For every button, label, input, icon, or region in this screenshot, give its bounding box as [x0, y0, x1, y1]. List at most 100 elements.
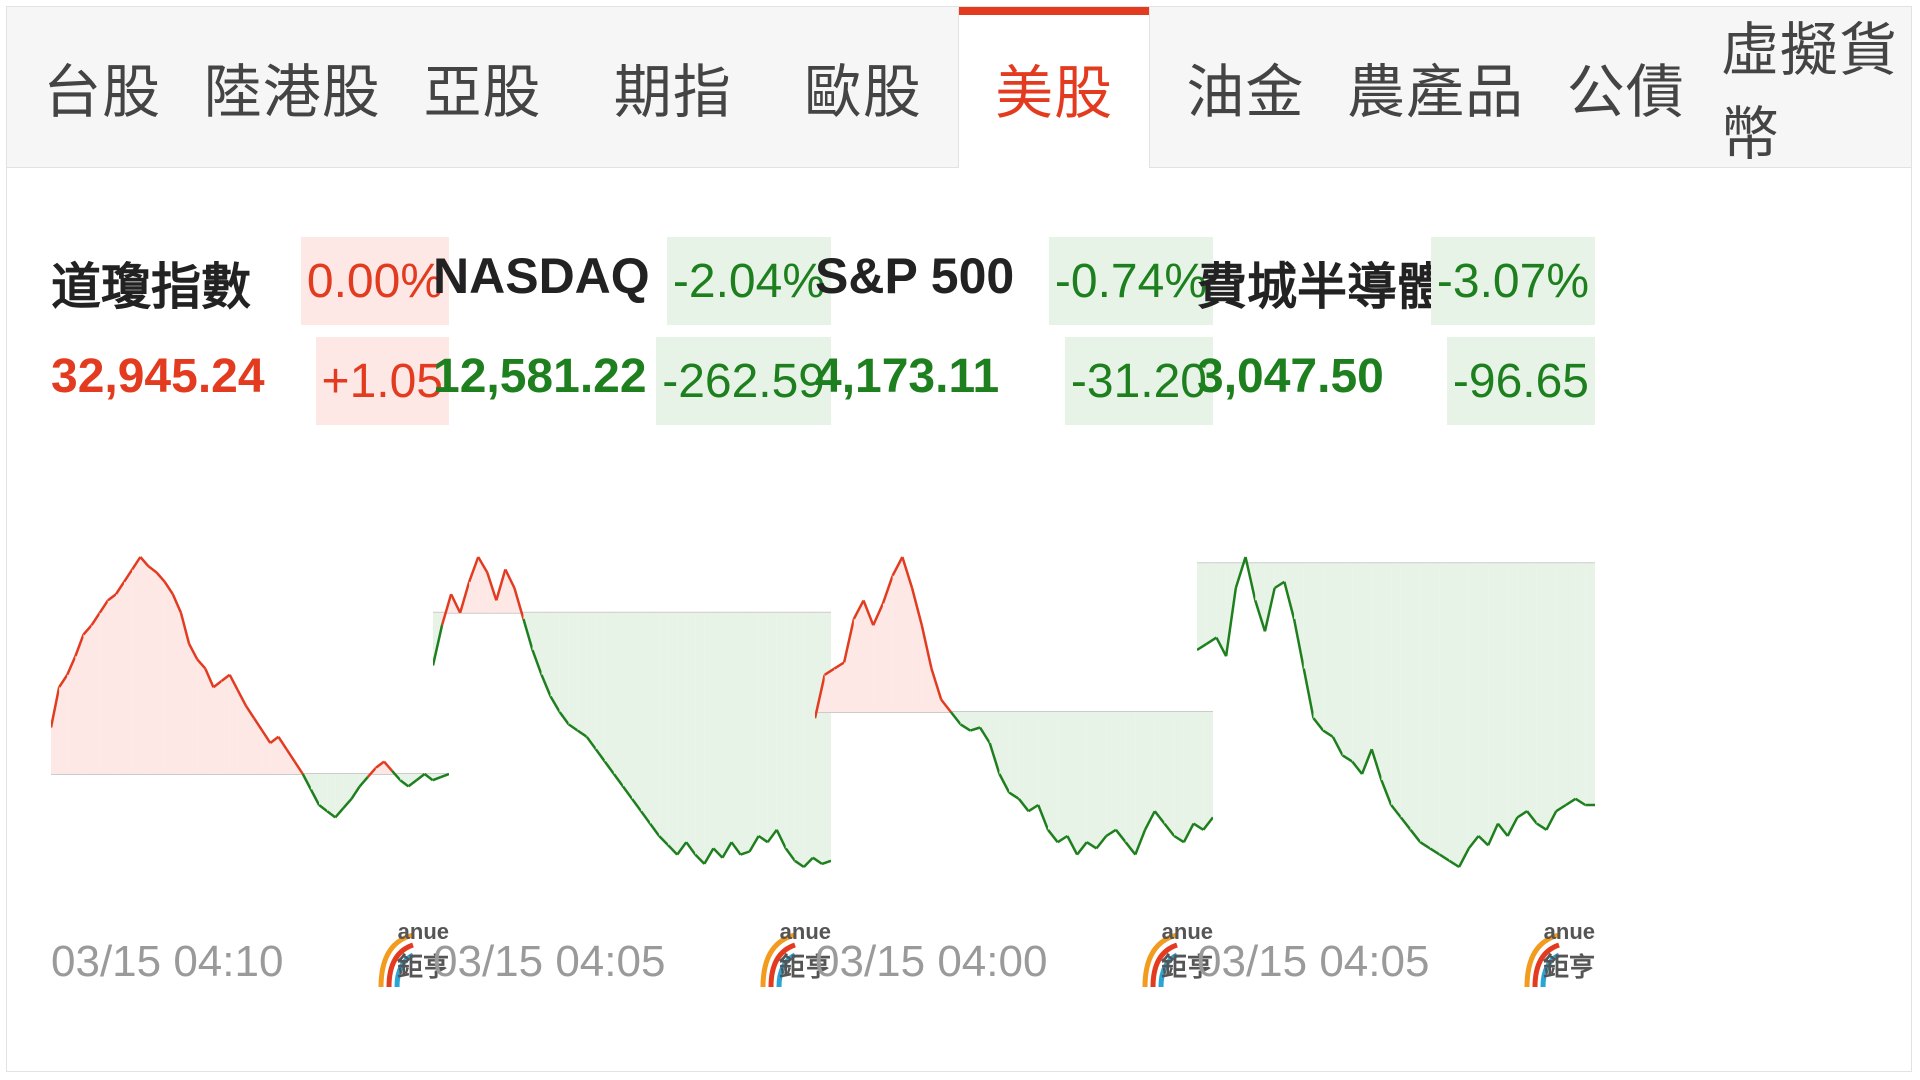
- sparkline-chart: [433, 556, 831, 869]
- area-segment: [164, 581, 173, 774]
- area-segment: [921, 625, 932, 712]
- area-segment: [1497, 563, 1508, 836]
- area-segment: [1332, 563, 1343, 756]
- area-segment: [668, 612, 678, 855]
- market-tabs: 台股 陸港股 亞股 期指 歐股 美股 油金 農產品 公債 虛擬貨幣: [7, 7, 1911, 168]
- tab-5[interactable]: 美股: [958, 7, 1151, 168]
- area-segment: [148, 566, 157, 774]
- percent-badge: -2.04%: [666, 237, 831, 325]
- area-segment: [1125, 712, 1136, 855]
- area-segment: [613, 612, 623, 787]
- index-header-row: 費城半導體 -3.07%: [1197, 237, 1595, 325]
- area-segment: [1352, 563, 1363, 774]
- area-segment: [1164, 712, 1175, 836]
- index-price: 4,173.11: [815, 350, 1000, 403]
- area-segment: [559, 612, 569, 725]
- tab-1[interactable]: 陸港股: [197, 7, 387, 167]
- area-segment: [1077, 712, 1087, 855]
- index-card[interactable]: S&P 500 -0.74% 4,173.11 -31.20 03/15 04:…: [815, 237, 1213, 1007]
- area-segment: [989, 712, 1000, 774]
- area-segment: [1255, 563, 1265, 632]
- area-segment: [1154, 712, 1165, 824]
- index-name: S&P 500: [815, 248, 1015, 304]
- area-segment: [197, 659, 206, 774]
- area-segment: [1410, 563, 1421, 843]
- area-segment: [863, 600, 874, 712]
- area-segment: [1420, 563, 1430, 849]
- tab-2[interactable]: 亞股: [387, 7, 577, 167]
- area-segment: [1546, 563, 1557, 830]
- area-segment: [1096, 712, 1107, 849]
- index-price-row: 3,047.50 -96.65: [1197, 337, 1595, 425]
- index-price: 12,581.22: [433, 350, 647, 403]
- index-header-row: 道瓊指數 0.00%: [51, 237, 449, 325]
- area-segment: [1115, 712, 1126, 843]
- index-name: NASDAQ: [433, 248, 650, 304]
- area-segment: [1342, 563, 1353, 762]
- area-segment: [189, 643, 198, 774]
- area-segment: [834, 662, 845, 712]
- tab-3[interactable]: 期指: [578, 7, 768, 167]
- area-segment: [695, 612, 705, 864]
- timestamp: 03/15 04:05: [1197, 937, 1430, 986]
- area-segment: [1478, 563, 1489, 846]
- area-segment: [1527, 563, 1537, 824]
- area-segment: [1047, 712, 1058, 843]
- timestamp: 03/15 04:05: [433, 937, 666, 986]
- change-badge: -31.20: [1064, 337, 1213, 425]
- tab-8[interactable]: 公債: [1531, 7, 1721, 167]
- anue-logo-icon: anue 鉅亨: [1521, 919, 1595, 989]
- index-name: 道瓊指數: [51, 259, 251, 315]
- area-segment: [156, 572, 165, 774]
- area-segment: [1468, 563, 1479, 849]
- percent-badge: -3.07%: [1430, 237, 1595, 325]
- area-segment: [59, 674, 68, 774]
- index-name: 費城半導體: [1197, 259, 1447, 315]
- area-segment: [1556, 563, 1566, 812]
- tab-9[interactable]: 虛擬貨幣: [1721, 7, 1911, 167]
- area-segment: [172, 594, 181, 774]
- area-segment: [704, 612, 714, 864]
- market-widget: 台股 陸港股 亞股 期指 歐股 美股 油金 農產品 公債 虛擬貨幣 道瓊指數 0.00% 32,9…: [6, 6, 1912, 1072]
- change-badge: -96.65: [1446, 337, 1595, 425]
- tab-7[interactable]: 農產品: [1340, 7, 1530, 167]
- area-segment: [586, 612, 596, 750]
- area-segment: [999, 712, 1010, 793]
- area-segment: [677, 612, 687, 855]
- area-segment: [1323, 563, 1333, 737]
- percent-badge: 0.00%: [300, 237, 449, 325]
- area-segment: [731, 612, 741, 855]
- area-segment: [1536, 563, 1547, 830]
- area-segment: [1362, 563, 1372, 774]
- area-segment: [1067, 712, 1078, 855]
- area-segment: [1585, 563, 1595, 805]
- index-card[interactable]: 費城半導體 -3.07% 3,047.50 -96.65 03/15 04:05…: [1197, 237, 1595, 1007]
- index-header-row: NASDAQ -2.04%: [433, 237, 831, 325]
- area-segment: [124, 569, 133, 774]
- area-segment: [641, 612, 651, 824]
- tab-4[interactable]: 歐股: [768, 7, 958, 167]
- index-price-row: 4,173.11 -31.20: [815, 337, 1213, 425]
- index-card[interactable]: NASDAQ -2.04% 12,581.22 -262.59 03/15 04…: [433, 237, 831, 1007]
- area-segment: [99, 600, 108, 774]
- area-segment: [1174, 712, 1184, 843]
- index-price: 3,047.50: [1197, 350, 1384, 403]
- area-segment: [1028, 712, 1039, 812]
- area-segment: [1294, 563, 1304, 669]
- area-segment: [83, 625, 92, 774]
- change-badge: -262.59: [656, 337, 831, 425]
- area-segment: [1459, 563, 1469, 867]
- index-card[interactable]: 道瓊指數 0.00% 32,945.24 +1.05 03/15 04:10 a…: [51, 237, 449, 1007]
- area-segment: [132, 557, 141, 774]
- area-segment: [767, 612, 777, 843]
- tab-0[interactable]: 台股: [7, 7, 197, 167]
- area-segment: [722, 612, 732, 858]
- area-segment: [115, 581, 125, 774]
- area-segment: [803, 612, 813, 867]
- area-segment: [1086, 712, 1097, 849]
- tab-6[interactable]: 油金: [1150, 7, 1340, 167]
- change-badge: +1.05: [315, 337, 449, 425]
- area-segment: [1206, 563, 1217, 644]
- area-segment: [1575, 563, 1586, 805]
- area-segment: [1183, 712, 1194, 843]
